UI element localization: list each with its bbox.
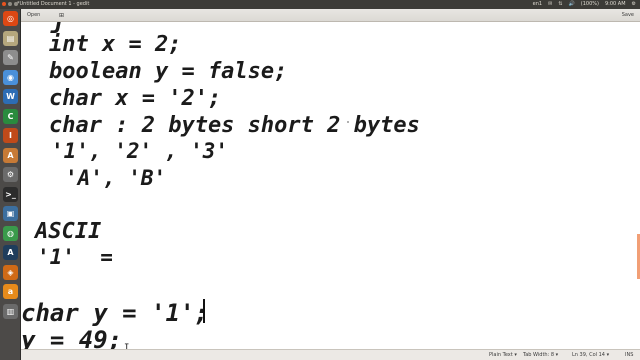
- sound-indicator-icon[interactable]: 🔊: [569, 0, 575, 9]
- software-center-icon[interactable]: A: [3, 147, 18, 163]
- panel-indicators: en1 ✉ ⇅ 🔊 (100%) 9:00 AM ⚙: [533, 0, 636, 9]
- mysql-icon[interactable]: ◈: [3, 264, 18, 280]
- code-line-5: char : 2 bytes short 2 bytes: [49, 113, 420, 138]
- text-editor-icon[interactable]: ✎: [3, 50, 18, 65]
- trash-icon[interactable]: ▥: [3, 303, 18, 319]
- insert-mode-indicator: INS: [625, 352, 634, 358]
- code-line-3: boolean y = false;: [49, 59, 288, 84]
- top-panel: *Untitled Document 1 - gedit en1 ✉ ⇅ 🔊 (…: [0, 0, 640, 9]
- editor-icon[interactable]: ▣: [3, 206, 18, 221]
- ubuntu-dash-icon[interactable]: ◎: [3, 11, 18, 26]
- window-title: *Untitled Document 1 - gedit: [17, 1, 90, 7]
- code-line-2: int x = 2;: [49, 32, 182, 57]
- impress-icon[interactable]: I: [3, 128, 18, 143]
- stray-dot: [347, 121, 349, 123]
- code-line-4: char x = '2';: [49, 86, 222, 111]
- status-bar: Plain Text ▾ Tab Width: 8 ▾ Ln 39, Col 1…: [21, 349, 640, 360]
- battery-indicator[interactable]: (100%): [581, 0, 599, 9]
- terminal-icon[interactable]: >_: [3, 186, 18, 202]
- save-button[interactable]: Save: [622, 9, 634, 22]
- clock[interactable]: 9:00 AM: [605, 0, 626, 9]
- session-gear-icon[interactable]: ⚙: [632, 0, 636, 9]
- unity-launcher: ◎ ▤ ✎ ◉ W C I A ⚙ >_ ▣ ◍ A ◈ a ▥: [0, 9, 21, 360]
- new-document-icon[interactable]: ⊞: [59, 9, 64, 22]
- android-studio-icon[interactable]: A: [3, 245, 18, 260]
- code-line-10: char y = '1';: [21, 299, 209, 327]
- mail-indicator-icon[interactable]: ✉: [548, 0, 552, 9]
- minimize-window-button[interactable]: [8, 2, 12, 6]
- settings-icon[interactable]: ⚙: [3, 167, 18, 182]
- code-line-7: 'A', 'B': [65, 166, 167, 190]
- calc-icon[interactable]: C: [3, 108, 18, 124]
- language-selector[interactable]: Plain Text ▾: [489, 350, 517, 360]
- code-line-9: '1' =: [37, 245, 113, 269]
- text-caret: [203, 299, 205, 323]
- code-line-6: '1', '2' , '3': [51, 139, 229, 163]
- cursor-position-selector[interactable]: Ln 39, Col 14 ▾: [572, 350, 609, 360]
- window-controls: [2, 2, 18, 6]
- code-line-8: ASCII: [35, 219, 102, 244]
- open-button[interactable]: Open: [27, 9, 40, 22]
- close-window-button[interactable]: [2, 2, 6, 6]
- gedit-header-bar: Open ⊞ Save: [21, 9, 640, 22]
- network-indicator-icon[interactable]: ⇅: [558, 0, 562, 9]
- files-icon[interactable]: ▤: [3, 30, 18, 46]
- chrome-icon[interactable]: ◍: [3, 225, 18, 241]
- text-editor[interactable]: j int x = 2; boolean y = false; char x =…: [21, 22, 640, 349]
- code-line-11: y = 49;: [21, 326, 123, 349]
- tab-width-selector[interactable]: Tab Width: 8 ▾: [523, 350, 558, 360]
- writer-icon[interactable]: W: [3, 89, 18, 104]
- keyboard-indicator[interactable]: en1: [533, 0, 542, 9]
- chromium-icon[interactable]: ◉: [3, 69, 18, 85]
- amazon-icon[interactable]: a: [3, 284, 18, 299]
